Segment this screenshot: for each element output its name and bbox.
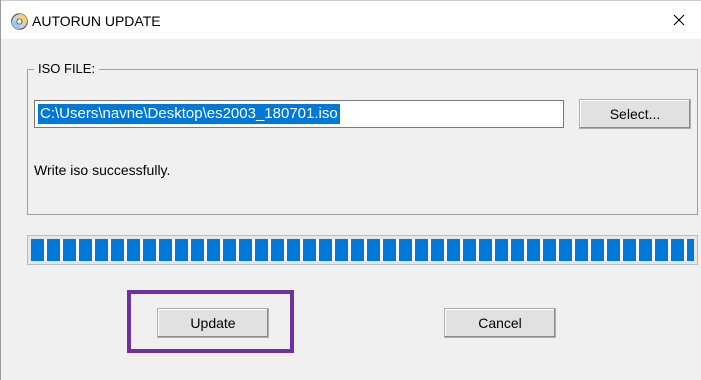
highlight-box — [127, 290, 294, 353]
autorun-update-window: AUTORUN UPDATE ISO FILE: C:\Users\navne\… — [0, 0, 701, 380]
close-button[interactable] — [656, 1, 701, 39]
window-title: AUTORUN UPDATE — [32, 13, 161, 29]
select-button[interactable]: Select... — [579, 99, 691, 129]
cancel-button[interactable]: Cancel — [444, 308, 556, 338]
iso-file-label: ISO FILE: — [34, 60, 100, 78]
progress-bar — [27, 235, 698, 265]
iso-file-group: ISO FILE: — [27, 60, 698, 215]
progress-fill — [31, 239, 694, 261]
cd-disc-icon — [11, 13, 28, 30]
status-message: Write iso successfully. — [34, 162, 171, 178]
title-bar: AUTORUN UPDATE — [1, 0, 701, 39]
iso-path-field[interactable]: C:\Users\navne\Desktop\es2003_180701.iso — [34, 100, 564, 128]
close-icon — [673, 14, 685, 26]
iso-path-value: C:\Users\navne\Desktop\es2003_180701.iso — [38, 104, 340, 124]
